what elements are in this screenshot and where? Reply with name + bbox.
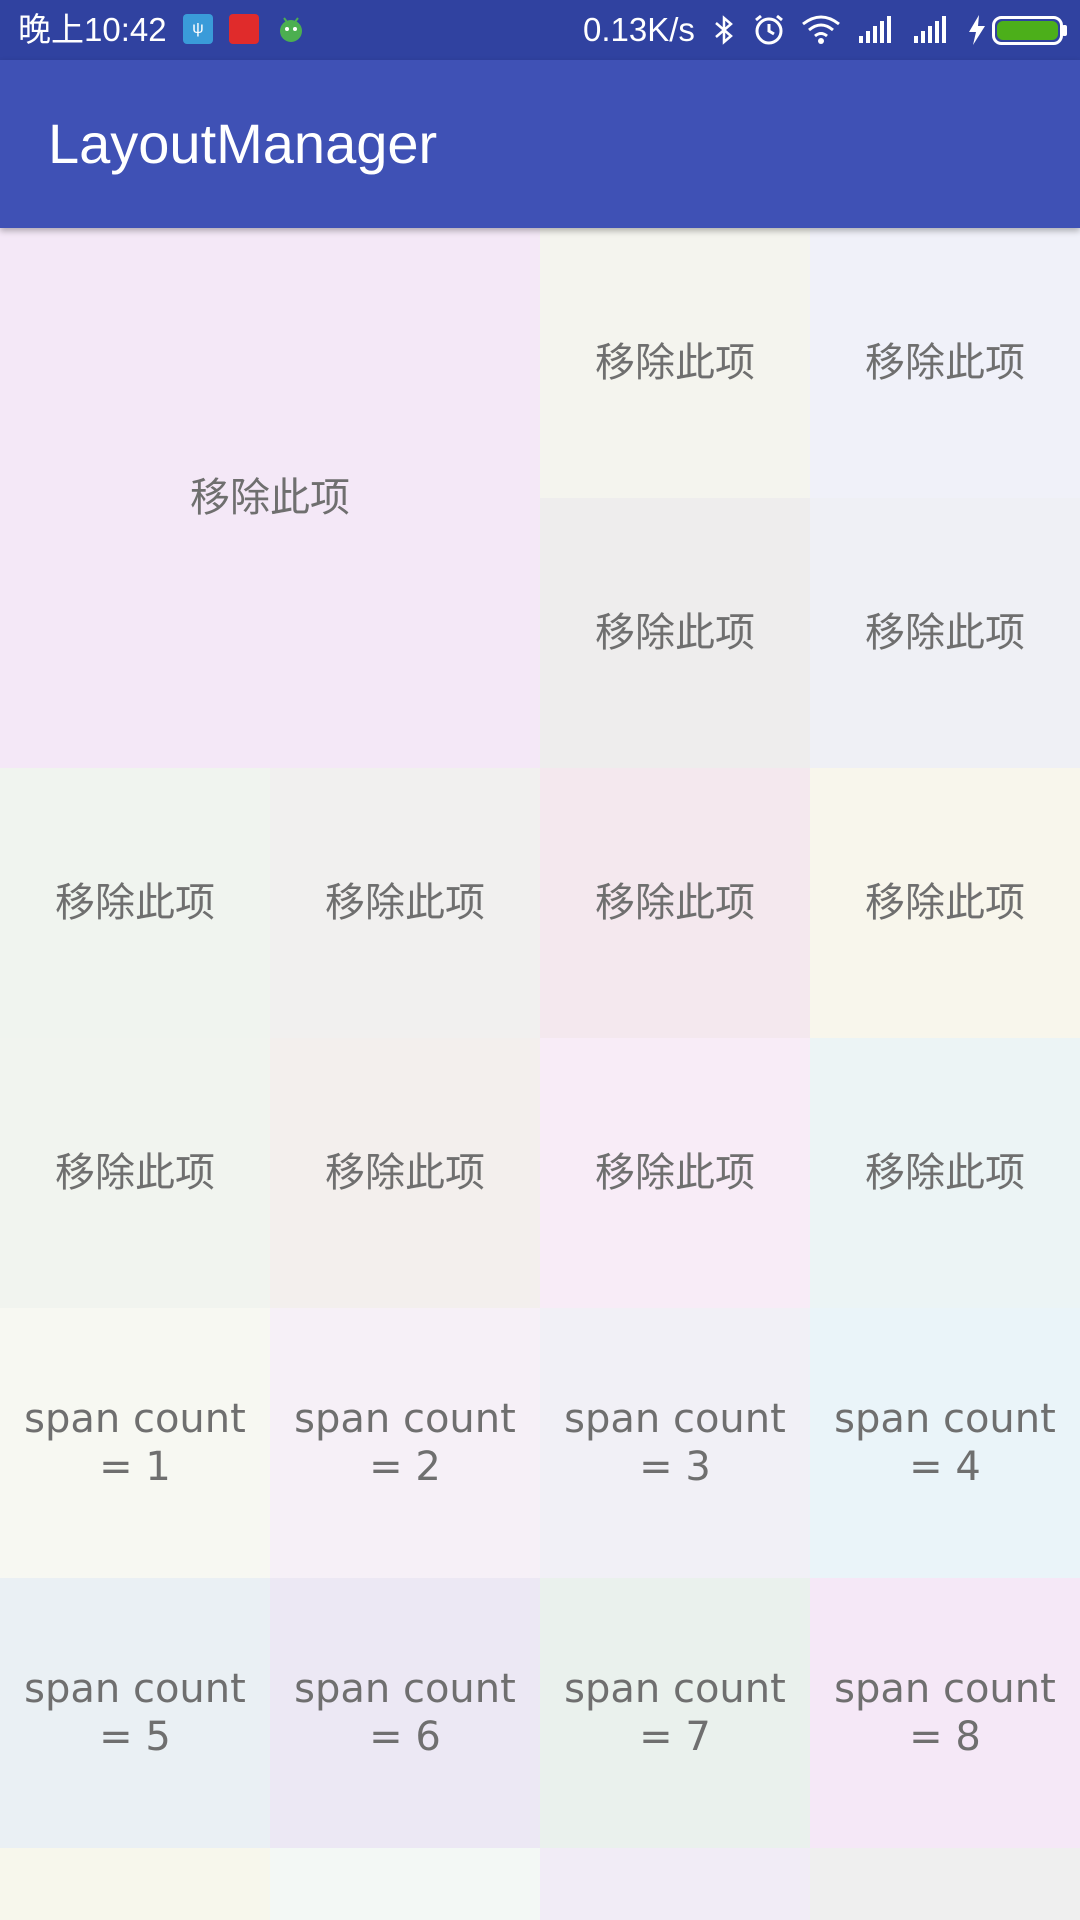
span-count-button-8[interactable]: span count = 8 bbox=[810, 1578, 1080, 1848]
remove-item-tile[interactable]: 移除此项 bbox=[810, 1038, 1080, 1308]
remove-item-tile[interactable]: 移除此项 bbox=[810, 768, 1080, 1038]
alarm-icon bbox=[752, 13, 786, 53]
remove-item-tile[interactable]: 移除此项 bbox=[270, 1038, 540, 1308]
wifi-icon bbox=[801, 14, 841, 54]
span-count-button-7[interactable]: span count = 7 bbox=[540, 1578, 810, 1848]
signal-icon bbox=[913, 16, 949, 56]
span-count-button-5[interactable]: span count = 5 bbox=[0, 1578, 270, 1848]
charging-icon bbox=[967, 14, 987, 54]
status-time: 晚上10:42 bbox=[18, 11, 167, 48]
toutiao-app-icon bbox=[229, 14, 259, 44]
status-bar: 晚上10:42 ψ 0.13K/s bbox=[0, 0, 1080, 60]
remove-item-tile[interactable]: 移除此项 bbox=[540, 228, 810, 498]
span-count-button-4[interactable]: span count = 4 bbox=[810, 1308, 1080, 1578]
span-count-button-partial[interactable] bbox=[810, 1848, 1080, 1920]
usb-debug-icon: ψ bbox=[183, 14, 213, 44]
remove-item-tile[interactable]: 移除此项 bbox=[270, 768, 540, 1038]
remove-item-tile[interactable]: 移除此项 bbox=[810, 228, 1080, 498]
battery-icon bbox=[992, 16, 1068, 56]
network-speed: 0.13K/s bbox=[583, 11, 695, 48]
remove-item-tile[interactable]: 移除此项 bbox=[0, 768, 270, 1038]
remove-item-tile[interactable]: 移除此项 bbox=[540, 1038, 810, 1308]
remove-item-tile[interactable]: 移除此项 bbox=[540, 498, 810, 768]
span-count-button-partial[interactable] bbox=[270, 1848, 540, 1920]
page-title: LayoutManager bbox=[48, 112, 438, 175]
span-count-button-partial[interactable] bbox=[540, 1848, 810, 1920]
remove-item-tile[interactable]: 移除此项 bbox=[810, 498, 1080, 768]
span-count-button-1[interactable]: span count = 1 bbox=[0, 1308, 270, 1578]
span-count-button-partial[interactable] bbox=[0, 1848, 270, 1920]
remove-item-tile[interactable]: 移除此项 bbox=[0, 228, 540, 768]
android-icon bbox=[276, 14, 306, 44]
signal-icon bbox=[858, 16, 894, 56]
grid-recycler-view[interactable]: 移除此项 移除此项 移除此项 移除此项 移除此项 移除此项 移除此项 移除此项 … bbox=[0, 228, 1080, 1920]
bluetooth-icon bbox=[712, 14, 736, 54]
app-bar: LayoutManager bbox=[0, 60, 1080, 228]
span-count-button-2[interactable]: span count = 2 bbox=[270, 1308, 540, 1578]
remove-item-tile[interactable]: 移除此项 bbox=[540, 768, 810, 1038]
span-count-button-3[interactable]: span count = 3 bbox=[540, 1308, 810, 1578]
remove-item-tile[interactable]: 移除此项 bbox=[0, 1038, 270, 1308]
span-count-button-6[interactable]: span count = 6 bbox=[270, 1578, 540, 1848]
